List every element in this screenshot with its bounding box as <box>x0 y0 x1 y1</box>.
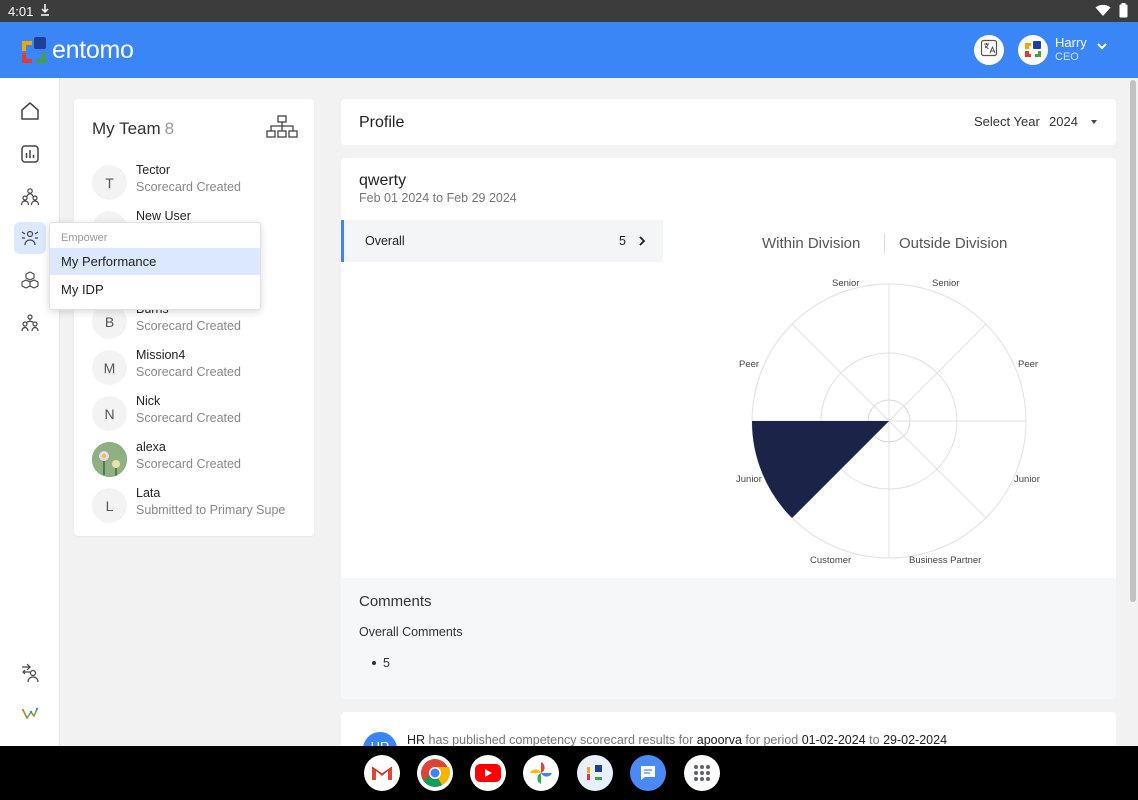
chrome-icon[interactable] <box>417 755 453 791</box>
year-select[interactable]: 2024 <box>1049 114 1078 129</box>
label-peer-left: Peer <box>739 359 759 370</box>
left-nav <box>0 78 60 746</box>
member-status: Scorecard Created <box>136 365 241 379</box>
scorecard-name: qwerty <box>359 172 407 189</box>
youtube-icon[interactable] <box>470 755 506 791</box>
member-name: Mission4 <box>136 348 186 362</box>
org-chart-icon[interactable] <box>266 115 298 144</box>
wifi-icon <box>1095 4 1111 20</box>
member-avatar: L <box>92 488 127 523</box>
app-logo[interactable]: entomo <box>20 36 134 65</box>
gmail-icon[interactable] <box>364 755 400 791</box>
home-icon[interactable] <box>14 95 46 127</box>
empower-menu: Empower My Performance My IDP <box>49 222 261 310</box>
team-title: My Team 8 <box>92 119 175 138</box>
status-time: 4:01 <box>8 4 34 19</box>
member-name: New User <box>136 209 191 223</box>
user-avatar[interactable] <box>1018 35 1048 65</box>
feed-text: HR has published competency scorecard re… <box>407 733 948 747</box>
my-team-panel: My Team8 T Tector Scorecard Created N Ne… <box>74 99 314 536</box>
menu-item-my-performance[interactable]: My Performance <box>50 248 260 275</box>
chevron-right-icon <box>637 234 647 252</box>
translate-icon <box>980 39 998 62</box>
member-name: alexa <box>136 440 166 454</box>
radar-junior-segment <box>751 421 889 518</box>
page-scrollbar[interactable] <box>1130 80 1136 602</box>
photos-icon[interactable] <box>523 755 559 791</box>
app-header: entomo Harry CEO <box>0 22 1138 78</box>
logo-mark-icon <box>20 36 48 65</box>
download-icon <box>40 3 50 20</box>
profile-header: Profile Select Year 2024 <box>341 99 1116 145</box>
overall-row[interactable]: Overall 5 <box>341 220 663 262</box>
member-name: Lata <box>136 486 161 500</box>
translate-button[interactable] <box>974 35 1004 65</box>
dropdown-caret-icon[interactable] <box>1091 120 1097 124</box>
scorecard-card: qwerty Feb 01 2024 to Feb 29 2024 Overal… <box>341 158 1116 699</box>
scorecard-period: Feb 01 2024 to Feb 29 2024 <box>359 191 517 205</box>
label-peer-right: Peer <box>1018 359 1038 370</box>
member-status: Scorecard Created <box>136 457 241 471</box>
member-name: Nick <box>136 394 161 408</box>
comments-section: Comments Overall Comments 5 <box>341 578 1116 699</box>
member-avatar: M <box>92 350 127 385</box>
label-business-partner: Business Partner <box>909 555 981 566</box>
menu-header: Empower <box>61 232 108 244</box>
user-name[interactable]: Harry <box>1055 35 1087 50</box>
messages-icon[interactable] <box>630 755 666 791</box>
member-name: Tector <box>136 163 171 177</box>
cubes-icon[interactable] <box>14 264 46 296</box>
label-junior-left: Junior <box>736 474 762 485</box>
menu-item-my-idp[interactable]: My IDP <box>50 276 260 303</box>
app-name: entomo <box>52 36 134 64</box>
switch-user-icon[interactable] <box>14 657 46 689</box>
member-avatar: N <box>92 396 127 431</box>
chevron-down-icon[interactable] <box>1095 39 1109 58</box>
year-label: Select Year <box>974 114 1040 129</box>
status-bar: 4:01 <box>0 0 1138 22</box>
team-icon[interactable] <box>14 180 46 212</box>
radar-chart: Senior Senior Peer Peer Junior Junior Cu… <box>736 278 1040 566</box>
tab-divider <box>884 233 885 253</box>
analytics-icon[interactable] <box>14 698 46 730</box>
team-member[interactable]: L Lata Submitted to Primary Supe <box>92 486 302 524</box>
overall-value: 5 <box>619 234 626 248</box>
page-title: Profile <box>359 114 405 131</box>
member-avatar: T <box>92 165 127 200</box>
member-status: Scorecard Created <box>136 319 241 333</box>
member-status: Scorecard Created <box>136 411 241 425</box>
overall-label: Overall <box>365 234 405 248</box>
user-role: CEO <box>1055 51 1079 63</box>
team-count: 8 <box>164 119 175 138</box>
team-member[interactable]: M Mission4 Scorecard Created <box>92 348 302 386</box>
battery-icon <box>1119 3 1128 21</box>
team-member[interactable]: alexa Scorecard Created <box>92 440 302 478</box>
member-status: Scorecard Created <box>136 180 241 194</box>
chart-icon[interactable] <box>14 138 46 170</box>
member-status: Submitted to Primary Supe <box>136 503 286 517</box>
team-member[interactable]: N Nick Scorecard Created <box>92 394 302 432</box>
tab-within-division[interactable]: Within Division <box>762 235 860 252</box>
empower-icon[interactable] <box>14 222 46 254</box>
label-senior-left: Senior <box>832 278 859 289</box>
entomo-app-icon[interactable] <box>577 755 613 791</box>
comment-item: 5 <box>372 656 390 670</box>
member-avatar-photo <box>92 442 127 477</box>
team-member[interactable]: T Tector Scorecard Created <box>92 163 302 201</box>
comments-title: Comments <box>359 593 432 610</box>
org-people-icon[interactable] <box>14 307 46 339</box>
label-senior-right: Senior <box>932 278 959 289</box>
tab-outside-division[interactable]: Outside Division <box>899 235 1007 252</box>
overall-comments-label: Overall Comments <box>359 625 463 639</box>
label-junior-right: Junior <box>1014 474 1040 485</box>
android-dock <box>0 746 1138 800</box>
label-customer: Customer <box>810 555 851 566</box>
app-drawer-icon[interactable] <box>684 755 720 791</box>
